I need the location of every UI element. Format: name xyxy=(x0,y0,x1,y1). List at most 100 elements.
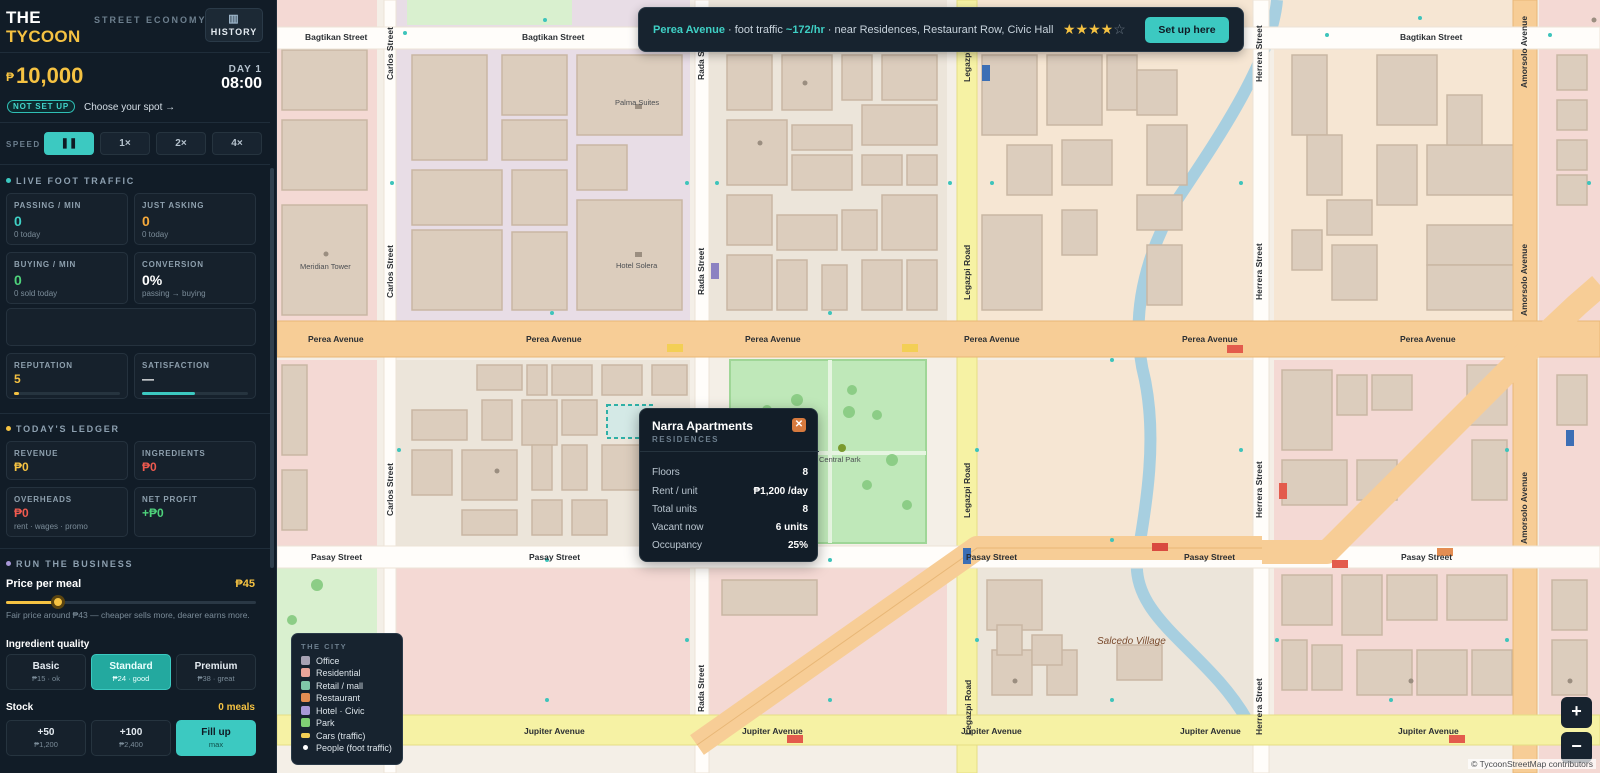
speed-1x-button[interactable]: 1× xyxy=(100,132,150,155)
legend-item: Office xyxy=(301,656,339,666)
legend-label: Restaurant xyxy=(316,693,361,703)
restaurant-swatch-icon xyxy=(301,693,310,702)
asking-value: 0 xyxy=(142,213,150,229)
row-label: Rent / unit xyxy=(652,486,698,497)
road-label-legazpi: Legazpi Road xyxy=(962,244,972,300)
stars-filled: ★★★★ xyxy=(1063,21,1114,37)
stock-btn-name: +50 xyxy=(37,727,55,738)
revenue-label: REVENUE xyxy=(14,449,59,458)
stock-plus-100-button[interactable]: +100 ₱2,400 xyxy=(91,720,171,756)
set-up-here-button[interactable]: Set up here xyxy=(1145,17,1229,43)
speed-2x-button[interactable]: 2× xyxy=(156,132,206,155)
legend-item: Retail / mall xyxy=(301,681,363,691)
row-label: Vacant now xyxy=(652,522,704,533)
stock-btn-name: Fill up xyxy=(201,727,231,738)
road-label-perea: Perea Avenue xyxy=(1182,334,1238,344)
stock-value: 0 meals xyxy=(218,702,255,713)
row-label: Floors xyxy=(652,467,680,478)
legend-label: Park xyxy=(316,718,335,728)
satisfaction-bar xyxy=(142,392,248,395)
road-label-herrera: Herrera Street xyxy=(1254,461,1264,518)
speed-4x-button[interactable]: 4× xyxy=(212,132,262,155)
stock-plus-50-button[interactable]: +50 ₱1,200 xyxy=(6,720,86,756)
legend-label: Office xyxy=(316,656,340,666)
stock-btn-detail: max xyxy=(208,740,224,749)
buying-value: 0 xyxy=(14,272,22,288)
reputation-bar xyxy=(14,392,120,395)
legend-item: Hotel · Civic xyxy=(301,706,365,716)
zone-restaurant xyxy=(967,360,1255,548)
satisfaction-bar-fill xyxy=(142,392,195,395)
overheads-card: OVERHEADS ₱0 rent · wages · promo xyxy=(6,487,128,537)
net-profit-value: +₱0 xyxy=(142,506,164,520)
foot-traffic-title: LIVE FOOT TRAFFIC xyxy=(6,176,135,186)
row-value: 8 xyxy=(802,504,808,515)
price-slider-fill xyxy=(6,601,57,604)
road-label-perea: Perea Avenue xyxy=(1400,334,1456,344)
history-button[interactable]: ▥ HISTORY xyxy=(205,8,263,42)
price-slider[interactable] xyxy=(6,601,256,604)
road-label-amorsolo: Amorsolo Avenue xyxy=(1519,471,1529,544)
quality-standard-button[interactable]: Standard ₱24 · good xyxy=(91,654,171,690)
central-park-marker-icon xyxy=(838,444,846,452)
location-banner: Perea Avenue · foot traffic ~172/hr · ne… xyxy=(638,7,1244,52)
divider xyxy=(0,122,270,123)
stock-fill-up-button[interactable]: Fill up max xyxy=(176,720,256,756)
road-label-pasay: Pasay Street xyxy=(1401,552,1453,562)
divider xyxy=(0,52,270,53)
road-label-rada: Rada Street xyxy=(696,247,706,295)
divider xyxy=(0,548,270,549)
buying-sub: 0 sold today xyxy=(14,289,58,298)
zone-park xyxy=(407,0,572,25)
conversion-label: CONVERSION xyxy=(142,260,204,269)
popup-title: Narra Apartments xyxy=(652,419,753,433)
logo-line-1: THE xyxy=(6,8,41,27)
poi-central-park: Central Park xyxy=(819,455,861,464)
passing-value: 0 xyxy=(14,213,22,229)
foot-traffic-title-text: LIVE FOOT TRAFFIC xyxy=(16,176,136,186)
ingredients-label: INGREDIENTS xyxy=(142,449,206,458)
popup-row-vacant: Vacant now 6 units xyxy=(652,522,808,533)
road-label-jupiter: Jupiter Avenue xyxy=(1398,726,1459,736)
tier-detail: ₱38 · great xyxy=(197,674,235,683)
quality-premium-button[interactable]: Premium ₱38 · great xyxy=(176,654,256,690)
banner-sep2: · near Residences, Restaurant Row, Civic… xyxy=(824,24,1054,36)
road-label-pasay: Pasay Street xyxy=(311,552,363,562)
ingredients-card: INGREDIENTS ₱0 xyxy=(134,441,256,480)
logo-line-2: TYCOON xyxy=(6,27,81,46)
close-icon[interactable]: ✕ xyxy=(792,418,806,432)
section-dot-icon xyxy=(6,426,11,431)
road-label-herrera: Herrera Street xyxy=(1254,678,1264,735)
passing-sub: 0 today xyxy=(14,230,41,239)
net-profit-label: NET PROFIT xyxy=(142,495,198,504)
reputation-card: REPUTATION 5 xyxy=(6,353,128,399)
road-label-jupiter: Jupiter Avenue xyxy=(524,726,585,736)
history-label: HISTORY xyxy=(210,27,258,37)
popup-row-floors: Floors 8 xyxy=(652,467,808,478)
legend-label: Hotel · Civic xyxy=(316,706,365,716)
map-canvas xyxy=(277,0,1600,773)
city-map[interactable]: Bagtikan Street Bagtikan Street Bagtikan… xyxy=(277,0,1600,773)
sidebar-scrollbar[interactable] xyxy=(270,168,274,568)
poi-meridian-tower: Meridian Tower xyxy=(300,262,351,271)
passing-label: PASSING / MIN xyxy=(14,201,82,210)
satisfaction-card: SATISFACTION — xyxy=(134,353,256,399)
road-label-perea: Perea Avenue xyxy=(308,334,364,344)
popup-subtitle: RESIDENCES xyxy=(652,435,720,444)
zone-residential xyxy=(395,568,690,718)
row-value: ₱1,200 /day xyxy=(753,486,808,497)
revenue-value: ₱0 xyxy=(14,460,29,474)
tagline: STREET ECONOMY xyxy=(94,15,207,25)
price-slider-thumb[interactable] xyxy=(51,595,65,609)
popup-row-rent: Rent / unit ₱1,200 /day xyxy=(652,486,808,497)
stock-label: Stock xyxy=(6,702,34,713)
row-value: 6 units xyxy=(775,522,808,533)
quality-basic-button[interactable]: Basic ₱15 · ok xyxy=(6,654,86,690)
zoom-in-button[interactable]: + xyxy=(1561,697,1592,728)
building-info-popup: Narra Apartments RESIDENCES ✕ Floors 8 Re… xyxy=(639,408,819,562)
speed-pause-button[interactable]: ❚❚ xyxy=(44,132,94,155)
choose-spot-hint: Choose your spot → xyxy=(84,102,176,113)
buying-label: BUYING / MIN xyxy=(14,260,77,269)
clock-time: 08:00 xyxy=(221,75,262,92)
conversion-card: CONVERSION 0% passing → buying xyxy=(134,252,256,304)
